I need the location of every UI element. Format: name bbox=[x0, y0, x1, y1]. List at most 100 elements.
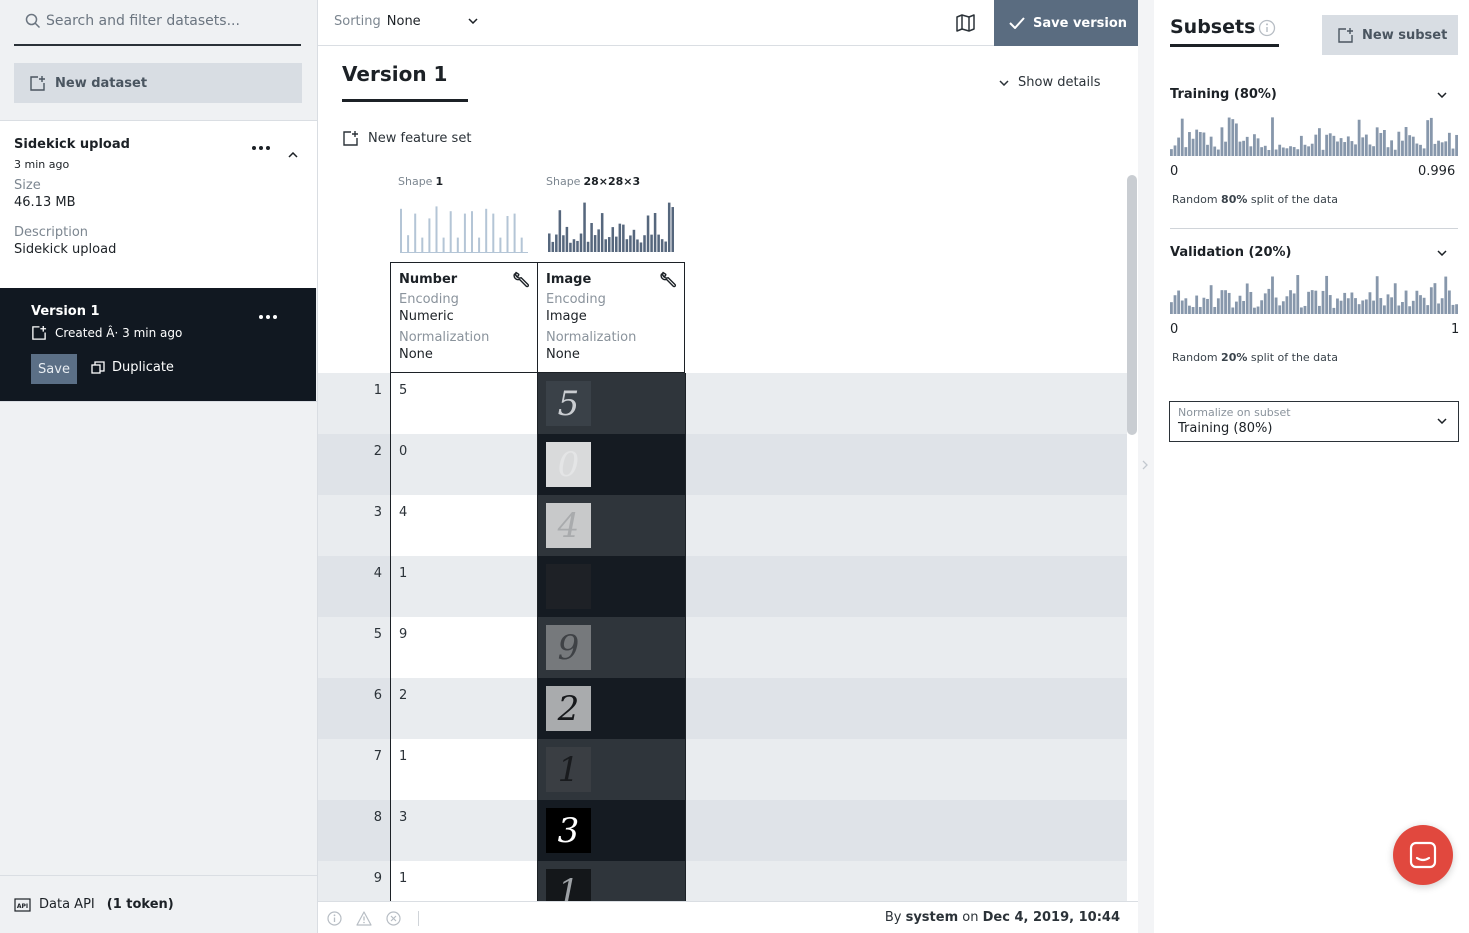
on-text: on bbox=[962, 910, 979, 925]
chevron-right-icon[interactable] bbox=[1142, 460, 1148, 470]
histogram-bar bbox=[1343, 292, 1347, 314]
sorting-select[interactable]: Sorting None bbox=[334, 14, 421, 29]
histogram-bar bbox=[1253, 307, 1256, 314]
encoding-value: Numeric bbox=[399, 309, 454, 324]
digit-thumbnail[interactable]: 1 bbox=[546, 869, 591, 901]
normalize-subset-select[interactable]: Normalize on subset Training (80%) bbox=[1169, 401, 1459, 442]
number-cell: 5 bbox=[390, 373, 538, 434]
training-subset-title[interactable]: Training (80%) bbox=[1170, 87, 1277, 102]
chevron-up-icon[interactable] bbox=[288, 152, 298, 158]
histogram-bar bbox=[1328, 295, 1332, 314]
chevron-down-icon[interactable] bbox=[1437, 250, 1447, 256]
version-created: Created Â· 3 min ago bbox=[31, 325, 182, 341]
new-feature-set-button[interactable]: New feature set bbox=[342, 130, 471, 147]
save-version-label: Save version bbox=[1033, 15, 1128, 31]
histogram-bar bbox=[1361, 137, 1365, 156]
warning-icon[interactable] bbox=[356, 911, 372, 926]
histogram-bar bbox=[593, 235, 597, 252]
histogram-bar bbox=[1397, 131, 1401, 156]
histogram-bar bbox=[1242, 140, 1246, 156]
histogram-bar bbox=[499, 237, 502, 252]
histogram-bar bbox=[565, 226, 569, 252]
error-icon[interactable] bbox=[386, 911, 401, 926]
map-icon[interactable] bbox=[955, 13, 976, 33]
histogram-bar bbox=[653, 212, 657, 252]
save-version-button[interactable]: Save version bbox=[994, 0, 1138, 46]
digit-thumbnail[interactable]: 0 bbox=[546, 442, 591, 487]
table-row[interactable]: 6 2 2 bbox=[318, 678, 1127, 739]
dataset-time: 3 min ago bbox=[14, 158, 70, 171]
histogram-bar bbox=[1426, 120, 1430, 156]
table-row[interactable]: 2 0 0 bbox=[318, 434, 1127, 495]
dataset-card[interactable]: Sidekick upload 3 min ago Size 46.13 MB … bbox=[0, 121, 317, 288]
histogram-bar bbox=[1321, 290, 1325, 314]
column-header-image[interactable]: Image Encoding Image Normalization None bbox=[537, 262, 685, 373]
table-row[interactable]: 9 1 1 bbox=[318, 861, 1127, 901]
save-button[interactable]: Save bbox=[31, 354, 77, 384]
histogram-bar bbox=[1307, 146, 1310, 156]
duplicate-button[interactable]: Duplicate bbox=[91, 360, 174, 375]
status-bar: By system on Dec 4, 2019, 10:44 bbox=[318, 901, 1138, 933]
digit-thumbnail[interactable]: 4 bbox=[546, 503, 591, 548]
digit-thumbnail[interactable]: 5 bbox=[546, 381, 591, 426]
normalize-value: Training (80%) bbox=[1178, 421, 1273, 436]
vertical-scrollbar[interactable] bbox=[1127, 175, 1137, 435]
number-cell: 3 bbox=[390, 800, 538, 861]
version-tab[interactable]: Version 1 bbox=[342, 62, 447, 86]
histogram-bar bbox=[1415, 290, 1419, 314]
histogram-bar bbox=[1451, 304, 1455, 314]
histogram-bar bbox=[1332, 135, 1336, 156]
table-row[interactable]: 3 4 4 bbox=[318, 495, 1127, 556]
divider bbox=[418, 911, 419, 926]
digit-thumbnail[interactable]: 3 bbox=[546, 808, 591, 853]
column-header-number[interactable]: Number Encoding Numeric Normalization No… bbox=[390, 262, 538, 373]
histogram-bar bbox=[1299, 307, 1303, 314]
more-options-icon[interactable] bbox=[251, 145, 271, 151]
wrench-icon[interactable] bbox=[513, 271, 530, 288]
size-value: 46.13 MB bbox=[14, 195, 76, 210]
histogram-bar bbox=[1314, 290, 1318, 314]
table-row[interactable]: 7 1 1 bbox=[318, 739, 1127, 800]
chevron-down-icon[interactable] bbox=[468, 18, 478, 24]
histogram-bar bbox=[1401, 140, 1404, 156]
more-options-icon[interactable] bbox=[258, 314, 278, 320]
dataset-name: Sidekick upload bbox=[14, 137, 130, 152]
wrench-icon[interactable] bbox=[660, 271, 677, 288]
histogram-bar bbox=[1234, 123, 1238, 156]
histogram-bar bbox=[1350, 141, 1354, 156]
table-row[interactable]: 8 3 3 bbox=[318, 800, 1127, 861]
new-item-icon bbox=[342, 130, 359, 147]
digit-thumbnail[interactable]: 1 bbox=[546, 747, 591, 792]
info-icon[interactable] bbox=[327, 911, 342, 926]
histogram-bar bbox=[590, 223, 593, 252]
histogram-bar bbox=[622, 224, 625, 252]
table-row[interactable]: 1 5 5 bbox=[318, 373, 1127, 434]
new-subset-button[interactable]: New subset bbox=[1322, 15, 1458, 55]
version-card[interactable]: Version 1 Created Â· 3 min ago Save Dupl… bbox=[0, 288, 316, 401]
show-details-toggle[interactable]: Show details bbox=[999, 75, 1101, 90]
table-row[interactable]: 41 bbox=[318, 556, 1127, 617]
chevron-down-icon[interactable] bbox=[1437, 92, 1447, 98]
table-row[interactable]: 5 9 9 bbox=[318, 617, 1127, 678]
chat-launcher-button[interactable] bbox=[1393, 825, 1453, 885]
histogram-bar bbox=[1278, 305, 1282, 314]
search-input[interactable]: Search and filter datasets... bbox=[14, 0, 301, 46]
column-name: Number bbox=[399, 272, 458, 287]
number-value: 2 bbox=[399, 688, 408, 703]
histogram-bar bbox=[1415, 143, 1419, 156]
data-api-link[interactable]: API Data API (1 token) bbox=[0, 875, 317, 933]
histogram-bar bbox=[1289, 290, 1292, 314]
histogram-bar bbox=[456, 237, 459, 252]
shape-image: Shape 28×28×3 bbox=[546, 175, 640, 188]
histogram-bar bbox=[660, 239, 664, 252]
histogram-bar bbox=[1220, 127, 1224, 156]
new-dataset-button[interactable]: New dataset bbox=[14, 63, 302, 103]
validation-subset-title[interactable]: Validation (20%) bbox=[1170, 245, 1292, 260]
digit-thumbnail[interactable]: 2 bbox=[546, 686, 591, 731]
histogram-bar bbox=[1224, 290, 1227, 314]
histogram-bar bbox=[1336, 141, 1339, 156]
digit-thumbnail[interactable] bbox=[546, 564, 591, 609]
info-icon[interactable] bbox=[1258, 19, 1276, 37]
split-suffix: split of the data bbox=[1250, 193, 1338, 206]
digit-thumbnail[interactable]: 9 bbox=[546, 625, 591, 670]
